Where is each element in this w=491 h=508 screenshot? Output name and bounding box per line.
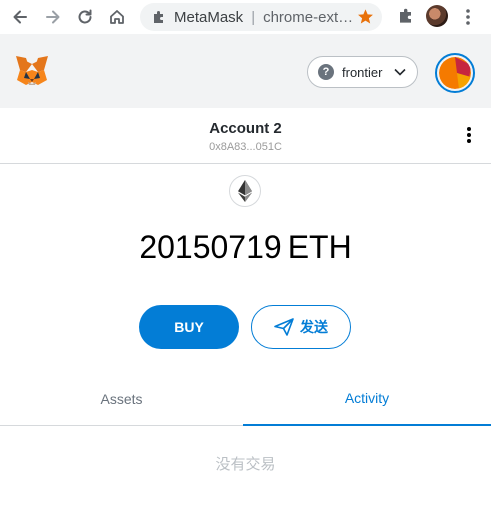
activity-empty-message: 没有交易 bbox=[215, 456, 276, 473]
url-separator: | bbox=[251, 8, 256, 26]
balance-display: 20150719 ETH bbox=[0, 229, 491, 266]
metamask-fox-logo[interactable] bbox=[14, 54, 50, 88]
site-name: MetaMask bbox=[174, 8, 244, 26]
address-bar[interactable]: MetaMask | chrome-ext… bbox=[140, 3, 382, 31]
ethereum-icon bbox=[238, 180, 252, 202]
account-options-icon[interactable] bbox=[466, 126, 472, 144]
chevron-down-icon bbox=[394, 68, 407, 76]
forward-button[interactable] bbox=[40, 4, 66, 30]
arrow-left-icon bbox=[13, 10, 27, 24]
network-label: frontier bbox=[342, 64, 383, 80]
bookmark-star-icon[interactable] bbox=[357, 8, 374, 25]
buy-button[interactable]: BUY bbox=[139, 305, 239, 349]
eth-logo bbox=[229, 175, 261, 207]
balance-unit: ETH bbox=[287, 229, 352, 265]
network-selector[interactable]: ? frontier bbox=[307, 56, 418, 88]
account-bar: Account 2 0x8A83...051C bbox=[0, 108, 491, 164]
metamask-header: ? frontier bbox=[0, 34, 491, 108]
send-arrow-icon bbox=[274, 318, 294, 336]
account-menu-identicon[interactable] bbox=[435, 53, 475, 93]
buy-button-label: BUY bbox=[174, 319, 204, 335]
puzzle-icon bbox=[154, 11, 163, 23]
home-button[interactable] bbox=[104, 4, 130, 30]
chrome-menu-icon[interactable] bbox=[465, 8, 471, 26]
profile-avatar[interactable] bbox=[426, 5, 448, 27]
send-button[interactable]: 发送 bbox=[251, 305, 351, 349]
network-help-icon: ? bbox=[318, 64, 334, 80]
home-icon bbox=[110, 10, 124, 24]
send-button-label: 发送 bbox=[300, 319, 328, 335]
home-tabs: Assets Activity bbox=[0, 372, 491, 426]
reload-button[interactable] bbox=[72, 4, 98, 30]
arrow-right-icon bbox=[46, 10, 60, 24]
account-address[interactable]: 0x8A83...051C bbox=[0, 141, 491, 153]
extensions-icon[interactable] bbox=[397, 7, 415, 25]
tab-activity[interactable]: Activity bbox=[243, 372, 491, 426]
identicon-icon bbox=[439, 57, 471, 89]
browser-toolbar: MetaMask | chrome-ext… bbox=[0, 0, 491, 34]
tab-assets[interactable]: Assets bbox=[0, 372, 243, 426]
url-text: chrome-ext… bbox=[263, 8, 354, 26]
account-name[interactable]: Account 2 bbox=[0, 120, 491, 137]
back-button[interactable] bbox=[7, 4, 33, 30]
balance-amount: 20150719 bbox=[139, 229, 282, 265]
reload-icon bbox=[78, 9, 92, 24]
